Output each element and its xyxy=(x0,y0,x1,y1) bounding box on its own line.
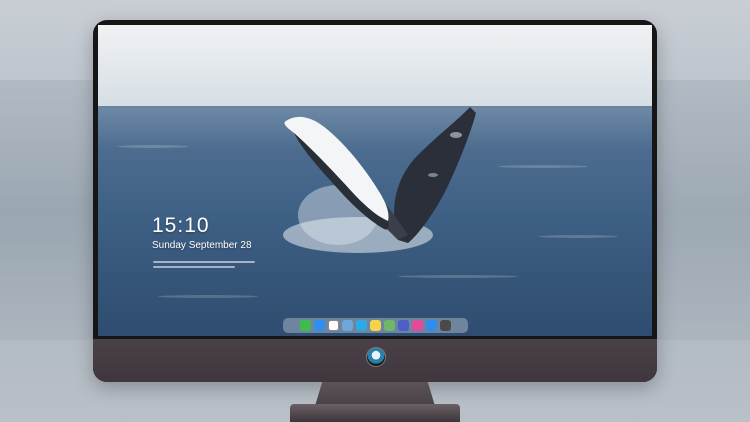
music-icon[interactable] xyxy=(412,320,423,331)
mail-icon[interactable] xyxy=(314,320,325,331)
background-blur-right xyxy=(650,80,750,340)
lock-clock: 15:10 xyxy=(152,214,210,237)
monitor-stand-base xyxy=(290,404,460,422)
camera-icon[interactable] xyxy=(440,320,451,331)
notes-icon[interactable] xyxy=(370,320,381,331)
brand-logo-icon xyxy=(366,347,386,367)
gallery-icon[interactable] xyxy=(384,320,395,331)
messages-icon[interactable] xyxy=(300,320,311,331)
lock-subtext xyxy=(153,261,255,275)
photos-icon[interactable] xyxy=(342,320,353,331)
weather-icon[interactable] xyxy=(398,320,409,331)
monitor-chin xyxy=(93,339,657,382)
files-icon[interactable] xyxy=(356,320,367,331)
monitor-stand-neck xyxy=(315,382,435,406)
dock xyxy=(283,318,468,333)
monitor: 15:10 Sunday September 28 xyxy=(93,20,657,382)
appstore-icon[interactable] xyxy=(426,320,437,331)
safari-icon[interactable] xyxy=(328,320,339,331)
lock-screen[interactable]: 15:10 Sunday September 28 xyxy=(98,25,652,336)
whale-image xyxy=(283,107,476,253)
lock-date: Sunday September 28 xyxy=(152,240,252,251)
background-blur-left xyxy=(0,80,100,340)
